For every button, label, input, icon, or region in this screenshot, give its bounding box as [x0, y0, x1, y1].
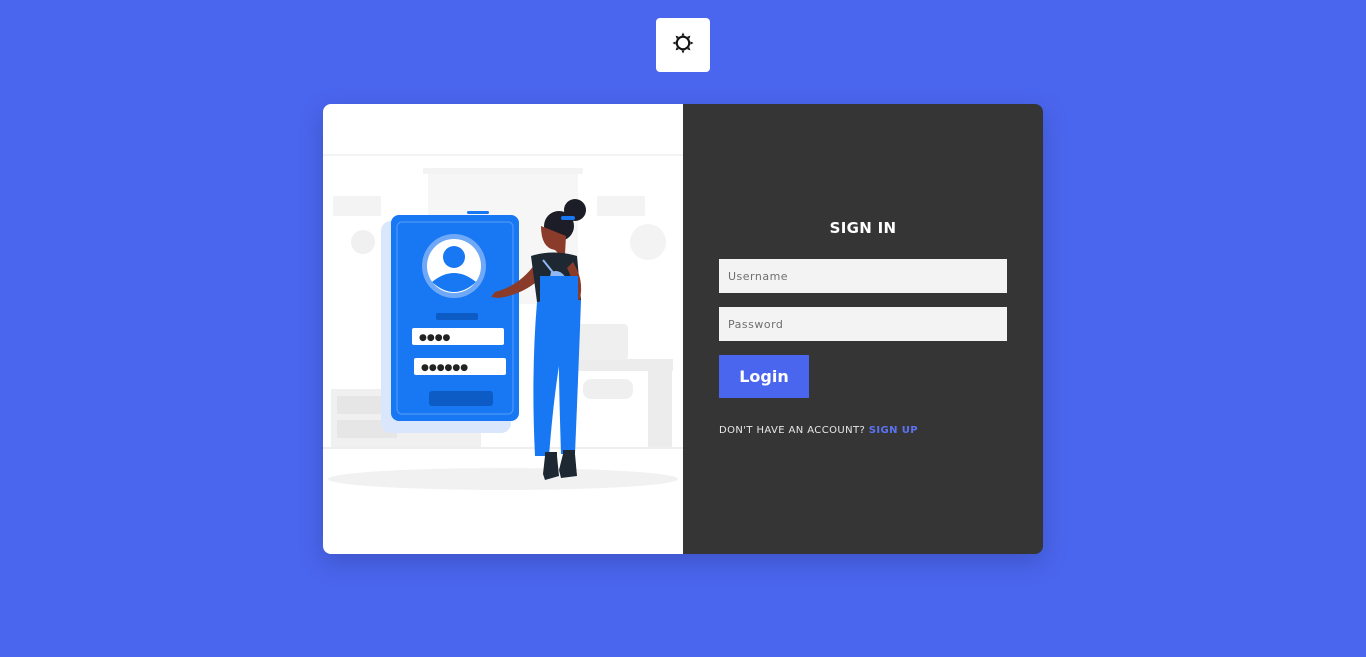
illustration-panel: ●●●● ●●●●●●	[323, 104, 683, 554]
signup-link[interactable]: SIGN UP	[869, 425, 918, 436]
signin-title: SIGN IN	[829, 219, 897, 237]
password-input[interactable]	[719, 307, 1007, 341]
password-dots-2: ●●●●●●	[421, 363, 468, 373]
no-account-text: DON'T HAVE AN ACCOUNT?	[719, 425, 866, 436]
login-button[interactable]: Login	[719, 355, 809, 398]
signup-prompt: DON'T HAVE AN ACCOUNT? SIGN UP	[719, 425, 918, 436]
signin-panel: SIGN IN Login DON'T HAVE AN ACCOUNT? SIG…	[683, 104, 1043, 554]
sun-icon	[671, 31, 695, 59]
username-input[interactable]	[719, 259, 1007, 293]
person-login-illustration: ●●●● ●●●●●●	[323, 154, 683, 490]
password-dots-1: ●●●●	[419, 333, 451, 343]
theme-toggle-button[interactable]	[656, 18, 710, 72]
login-card: ●●●● ●●●●●● SIGN IN Username Login DON'T…	[323, 104, 1043, 554]
